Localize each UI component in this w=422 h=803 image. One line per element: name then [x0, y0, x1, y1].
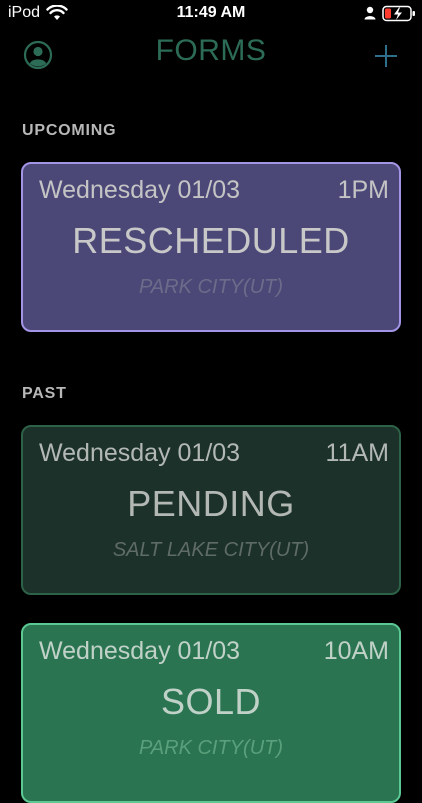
form-card-sold[interactable]: Wednesday 01/03 10AM SOLD PARK CITY(UT): [21, 623, 401, 803]
card-date: Wednesday 01/03: [39, 637, 241, 665]
status-time: 11:49 AM: [176, 4, 246, 21]
status-bar: iPod 11:49 AM: [0, 0, 422, 28]
person-status-icon: [364, 6, 376, 20]
app-header: FORMS: [0, 28, 422, 84]
card-time: 1PM: [337, 176, 389, 204]
page-title: FORMS: [155, 34, 267, 67]
section-past-label: PAST: [22, 385, 67, 402]
section-upcoming-label: UPCOMING: [22, 122, 117, 139]
card-status: SOLD: [160, 681, 262, 722]
card-location: SALT LAKE CITY(UT): [112, 539, 310, 561]
battery-charging-icon: [382, 5, 415, 22]
card-time: 11AM: [325, 439, 389, 467]
card-location: PARK CITY(UT): [138, 276, 284, 298]
card-status: PENDING: [127, 483, 295, 524]
card-status: RESCHEDULED: [72, 220, 350, 261]
card-time: 10AM: [323, 637, 389, 665]
card-location: PARK CITY(UT): [138, 737, 284, 759]
card-date: Wednesday 01/03: [39, 439, 241, 467]
form-card-pending[interactable]: Wednesday 01/03 11AM PENDING SALT LAKE C…: [21, 425, 401, 595]
add-icon[interactable]: [372, 42, 400, 70]
card-date: Wednesday 01/03: [39, 176, 241, 204]
form-card-rescheduled[interactable]: Wednesday 01/03 1PM RESCHEDULED PARK CIT…: [21, 162, 401, 332]
